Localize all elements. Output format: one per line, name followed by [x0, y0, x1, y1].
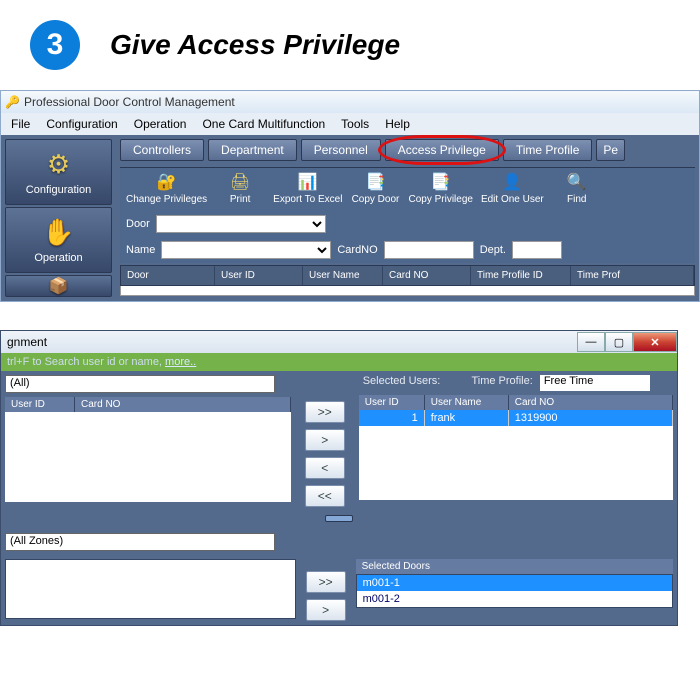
search-hint: trl+F to Search user id or name, more..	[1, 353, 677, 371]
window-title: Professional Door Control Management	[24, 95, 235, 109]
copy-door-icon: 📑	[365, 172, 385, 192]
sidebar-operation[interactable]: ✋ Operation	[5, 207, 112, 273]
menu-tools[interactable]: Tools	[341, 117, 369, 131]
door-row[interactable]: m001-1	[357, 575, 672, 591]
tool-export-excel[interactable]: 📊Export To Excel	[273, 172, 342, 205]
tab-cut[interactable]: Pe	[596, 139, 625, 161]
tab-department[interactable]: Department	[208, 139, 297, 161]
door-add-button[interactable]: >	[306, 599, 346, 621]
grid-body	[120, 286, 695, 296]
assignment-dialog: gnment — ▢ ✕ trl+F to Search user id or …	[0, 330, 678, 626]
gear-icon: ⚙	[47, 149, 70, 180]
time-profile-value[interactable]: Free Time	[540, 375, 650, 391]
door-add-all-button[interactable]: >>	[306, 571, 346, 593]
edit-user-icon: 👤	[502, 172, 522, 192]
print-icon: 🖨	[230, 172, 250, 192]
user-grid-header: User ID Card NO	[5, 397, 291, 412]
main-pane: Controllers Department Personnel Access …	[116, 135, 699, 301]
tool-copy-door[interactable]: 📑Copy Door	[350, 172, 400, 205]
zone-combo[interactable]: (All Zones)	[5, 533, 275, 551]
selected-doors-label: Selected Doors	[356, 559, 673, 574]
add-all-button[interactable]: >>	[305, 401, 345, 423]
key-icon: 🔑	[5, 95, 20, 109]
box-icon: 📦	[49, 276, 69, 296]
user-grid-body[interactable]	[5, 412, 291, 502]
maximize-button[interactable]: ▢	[605, 332, 633, 352]
tool-edit-one-user[interactable]: 👤Edit One User	[481, 172, 544, 205]
tool-copy-privilege[interactable]: 📑Copy Privilege	[408, 172, 472, 205]
door-label: Door	[126, 218, 150, 230]
step-title: Give Access Privilege	[110, 29, 400, 61]
step-number-badge: 3	[30, 20, 80, 70]
find-icon: 🔍	[567, 172, 587, 192]
name-label: Name	[126, 244, 155, 256]
tool-find[interactable]: 🔍Find	[552, 172, 602, 205]
toolbar: 🔐Change Privileges 🖨Print 📊Export To Exc…	[120, 167, 695, 211]
grid-header: Door User ID User Name Card NO Time Prof…	[120, 265, 695, 286]
hint-more-link[interactable]: more..	[165, 356, 196, 368]
dept-input[interactable]	[512, 241, 562, 259]
sidebar-item-cut[interactable]: 📦	[5, 275, 112, 297]
minimize-button[interactable]: —	[577, 332, 605, 352]
remove-all-button[interactable]: <<	[305, 485, 345, 507]
menu-operation[interactable]: Operation	[134, 117, 187, 131]
selected-users-label: Selected Users:	[359, 373, 445, 389]
tab-personnel[interactable]: Personnel	[301, 139, 381, 161]
tab-access-privilege[interactable]: Access Privilege	[385, 139, 499, 161]
door-select[interactable]	[156, 215, 326, 233]
sidebar-configuration[interactable]: ⚙ Configuration	[5, 139, 112, 205]
tab-row: Controllers Department Personnel Access …	[120, 139, 695, 161]
menu-file[interactable]: File	[11, 117, 30, 131]
cardno-label: CardNO	[337, 244, 377, 256]
time-profile-label: Time Profile:	[467, 373, 536, 389]
menu-onecard[interactable]: One Card Multifunction	[202, 117, 325, 131]
dept-filter-combo[interactable]: (All)	[5, 375, 275, 393]
selected-doors-list: m001-1 m001-2	[356, 574, 673, 608]
menu-help[interactable]: Help	[385, 117, 410, 131]
excel-icon: 📊	[298, 172, 318, 192]
hand-icon: ✋	[42, 217, 74, 248]
add-button[interactable]: >	[305, 429, 345, 451]
tool-print[interactable]: 🖨Print	[215, 172, 265, 205]
menu-configuration[interactable]: Configuration	[46, 117, 117, 131]
sidebar: ⚙ Configuration ✋ Operation 📦	[1, 135, 116, 301]
selected-users-header: User ID User Name Card NO	[359, 395, 673, 410]
selected-user-row[interactable]: 1 frank 1319900	[359, 410, 673, 426]
dept-label: Dept.	[480, 244, 506, 256]
name-select[interactable]	[161, 241, 331, 259]
copy-priv-icon: 📑	[431, 172, 451, 192]
selected-users-body: 1 frank 1319900	[359, 410, 673, 500]
door-row[interactable]: m001-2	[357, 591, 672, 607]
splitter-handle[interactable]	[325, 515, 353, 522]
tool-change-privileges[interactable]: 🔐Change Privileges	[126, 172, 207, 205]
tab-controllers[interactable]: Controllers	[120, 139, 204, 161]
main-window: 🔑 Professional Door Control Management F…	[0, 90, 700, 302]
remove-button[interactable]: <	[305, 457, 345, 479]
privilege-icon: 🔐	[157, 172, 177, 192]
cardno-input[interactable]	[384, 241, 474, 259]
close-button[interactable]: ✕	[633, 332, 677, 352]
available-doors[interactable]	[5, 559, 296, 619]
tab-time-profile[interactable]: Time Profile	[503, 139, 593, 161]
titlebar: 🔑 Professional Door Control Management	[1, 91, 699, 113]
menubar: File Configuration Operation One Card Mu…	[1, 113, 699, 135]
dialog-title: gnment	[7, 335, 47, 349]
